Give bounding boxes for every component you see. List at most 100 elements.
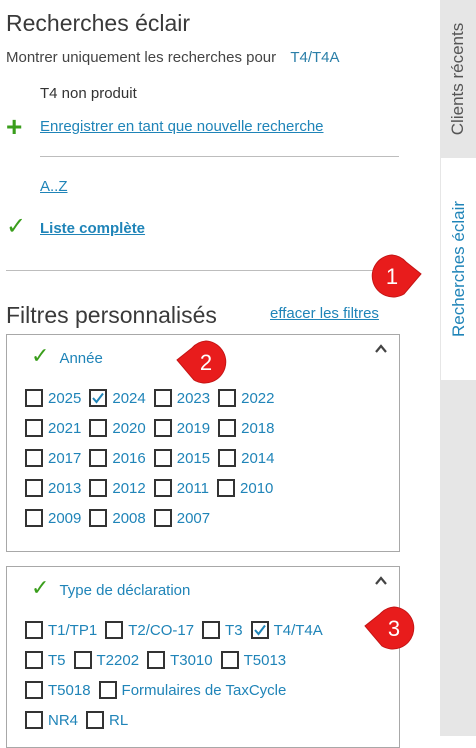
year-checkbox[interactable]: 2008 <box>89 509 146 527</box>
return-type-checkbox[interactable]: Formulaires de TaxCycle <box>98 681 286 699</box>
checkbox-unchecked[interactable] <box>89 449 108 467</box>
divider <box>40 156 399 157</box>
callout-number: 1 <box>385 264 399 289</box>
checkbox-unchecked[interactable] <box>25 651 43 669</box>
checkbox-unchecked[interactable] <box>25 449 43 467</box>
tab-quick-searches[interactable]: Recherches éclair <box>440 158 476 380</box>
checkbox-unchecked[interactable] <box>25 711 43 729</box>
callout-number: 3 <box>387 616 401 641</box>
checkbox-unchecked[interactable] <box>220 651 239 669</box>
checkbox-unchecked[interactable] <box>73 651 92 669</box>
checkbox-unchecked[interactable] <box>25 681 43 699</box>
return-type-row: T1/TP1 T2/CO-17 T3 T4/T4A <box>25 619 331 641</box>
year-checkbox[interactable]: 2018 <box>218 419 275 437</box>
year-filter-title: Année <box>59 350 103 367</box>
show-for-value[interactable]: T4/T4A <box>290 49 339 66</box>
year-checkbox[interactable]: 2012 <box>89 479 146 497</box>
return-type-checkbox[interactable]: T4/T4A <box>250 621 323 639</box>
callout-marker: 2 <box>176 340 228 386</box>
checkbox-unchecked[interactable] <box>218 419 237 437</box>
year-checkbox[interactable]: 2016 <box>89 449 146 467</box>
year-filter-header[interactable]: ✓ Année <box>31 343 103 369</box>
checkbox-unchecked[interactable] <box>25 419 43 437</box>
year-checkbox[interactable]: 2009 <box>25 509 81 527</box>
year-checkbox[interactable]: 2017 <box>25 449 81 467</box>
return-type-checkbox[interactable]: T5018 <box>25 681 91 699</box>
checkbox-checked[interactable] <box>89 389 108 407</box>
return-type-row: T5 T2202 T3010 T5013 <box>25 649 294 671</box>
clear-filters-link[interactable]: effacer les filtres <box>270 305 379 322</box>
return-type-checkbox[interactable]: NR4 <box>25 711 78 729</box>
checkbox-unchecked[interactable] <box>25 479 43 497</box>
year-checkbox[interactable]: 2022 <box>218 389 275 407</box>
checkbox-unchecked[interactable] <box>218 449 237 467</box>
year-row: 2013 2012 2011 2010 <box>25 477 281 499</box>
year-checkbox[interactable]: 2023 <box>153 389 210 407</box>
checkmark-icon: ✓ <box>6 213 27 240</box>
checkmark-icon <box>92 392 105 404</box>
return-type-checkbox[interactable]: T3 <box>202 621 243 639</box>
checkbox-unchecked[interactable] <box>25 621 43 639</box>
year-checkbox[interactable]: 2025 <box>25 389 81 407</box>
page-title: Recherches éclair <box>6 10 191 36</box>
checkbox-unchecked[interactable] <box>25 389 43 407</box>
year-checkbox[interactable]: 2021 <box>25 419 81 437</box>
checkbox-unchecked[interactable] <box>89 419 108 437</box>
checkbox-unchecked[interactable] <box>147 651 166 669</box>
checkbox-unchecked[interactable] <box>153 389 172 407</box>
year-checkbox[interactable]: 2010 <box>217 479 273 497</box>
checkbox-unchecked[interactable] <box>86 711 105 729</box>
return-type-checkbox[interactable]: T2/CO-17 <box>105 621 194 639</box>
year-checkbox[interactable]: 2011 <box>153 479 209 497</box>
return-type-checkbox[interactable]: T5013 <box>220 651 286 669</box>
tab-recent-clients[interactable]: Clients récents <box>440 0 476 158</box>
checkbox-unchecked[interactable] <box>153 509 172 527</box>
return-type-checkbox[interactable]: T2202 <box>73 651 139 669</box>
callout-marker: 1 <box>370 254 422 300</box>
tab-label: Clients récents <box>448 22 467 136</box>
checkmark-icon: ✓ <box>31 343 50 368</box>
custom-filters-title: Filtres personnalisés <box>6 302 217 328</box>
return-type-filter-title: Type de déclaration <box>59 582 191 599</box>
year-checkbox[interactable]: 2024 <box>89 389 146 407</box>
return-type-filter-header[interactable]: ✓ Type de déclaration <box>31 575 190 601</box>
checkbox-unchecked[interactable] <box>153 479 172 497</box>
year-row: 2021 2020 2019 2018 <box>25 417 283 439</box>
return-type-checkbox[interactable]: T5 <box>25 651 66 669</box>
year-checkbox[interactable]: 2014 <box>218 449 275 467</box>
return-type-checkbox[interactable]: T1/TP1 <box>25 621 97 639</box>
az-link[interactable]: A..Z <box>40 178 68 195</box>
saved-search-item[interactable]: T4 non produit <box>40 85 137 102</box>
return-type-checkbox[interactable]: RL <box>86 711 128 729</box>
side-tab-bar: Clients récents Recherches éclair <box>440 0 476 736</box>
year-checkbox[interactable]: 2013 <box>25 479 81 497</box>
year-checkbox[interactable]: 2020 <box>89 419 146 437</box>
checkbox-unchecked[interactable] <box>153 419 172 437</box>
callout-number: 2 <box>199 350 213 375</box>
chevron-up-icon[interactable] <box>375 343 387 355</box>
checkbox-unchecked[interactable] <box>105 621 124 639</box>
checkbox-unchecked[interactable] <box>98 681 117 699</box>
checkmark-icon <box>253 624 266 636</box>
divider <box>6 270 399 271</box>
checkbox-unchecked[interactable] <box>89 479 108 497</box>
checkbox-unchecked[interactable] <box>153 449 172 467</box>
full-list-link[interactable]: Liste complète <box>40 220 145 237</box>
checkbox-unchecked[interactable] <box>202 621 221 639</box>
checkbox-checked[interactable] <box>250 621 269 639</box>
chevron-up-icon[interactable] <box>375 575 387 587</box>
checkbox-unchecked[interactable] <box>25 509 43 527</box>
save-new-search-link[interactable]: Enregistrer en tant que nouvelle recherc… <box>40 118 324 135</box>
year-checkbox[interactable]: 2015 <box>153 449 210 467</box>
checkbox-unchecked[interactable] <box>218 389 237 407</box>
year-row: 2017 2016 2015 2014 <box>25 447 283 469</box>
return-type-checkbox[interactable]: T3010 <box>147 651 213 669</box>
checkbox-unchecked[interactable] <box>217 479 236 497</box>
year-checkbox[interactable]: 2007 <box>153 509 210 527</box>
year-row: 2009 2008 2007 <box>25 507 218 529</box>
checkbox-unchecked[interactable] <box>89 509 108 527</box>
return-type-row: T5018 Formulaires de TaxCycle <box>25 679 294 701</box>
year-checkbox[interactable]: 2019 <box>153 419 210 437</box>
plus-icon[interactable]: + <box>6 113 22 141</box>
show-for-label: Montrer uniquement les recherches pour <box>6 49 277 66</box>
